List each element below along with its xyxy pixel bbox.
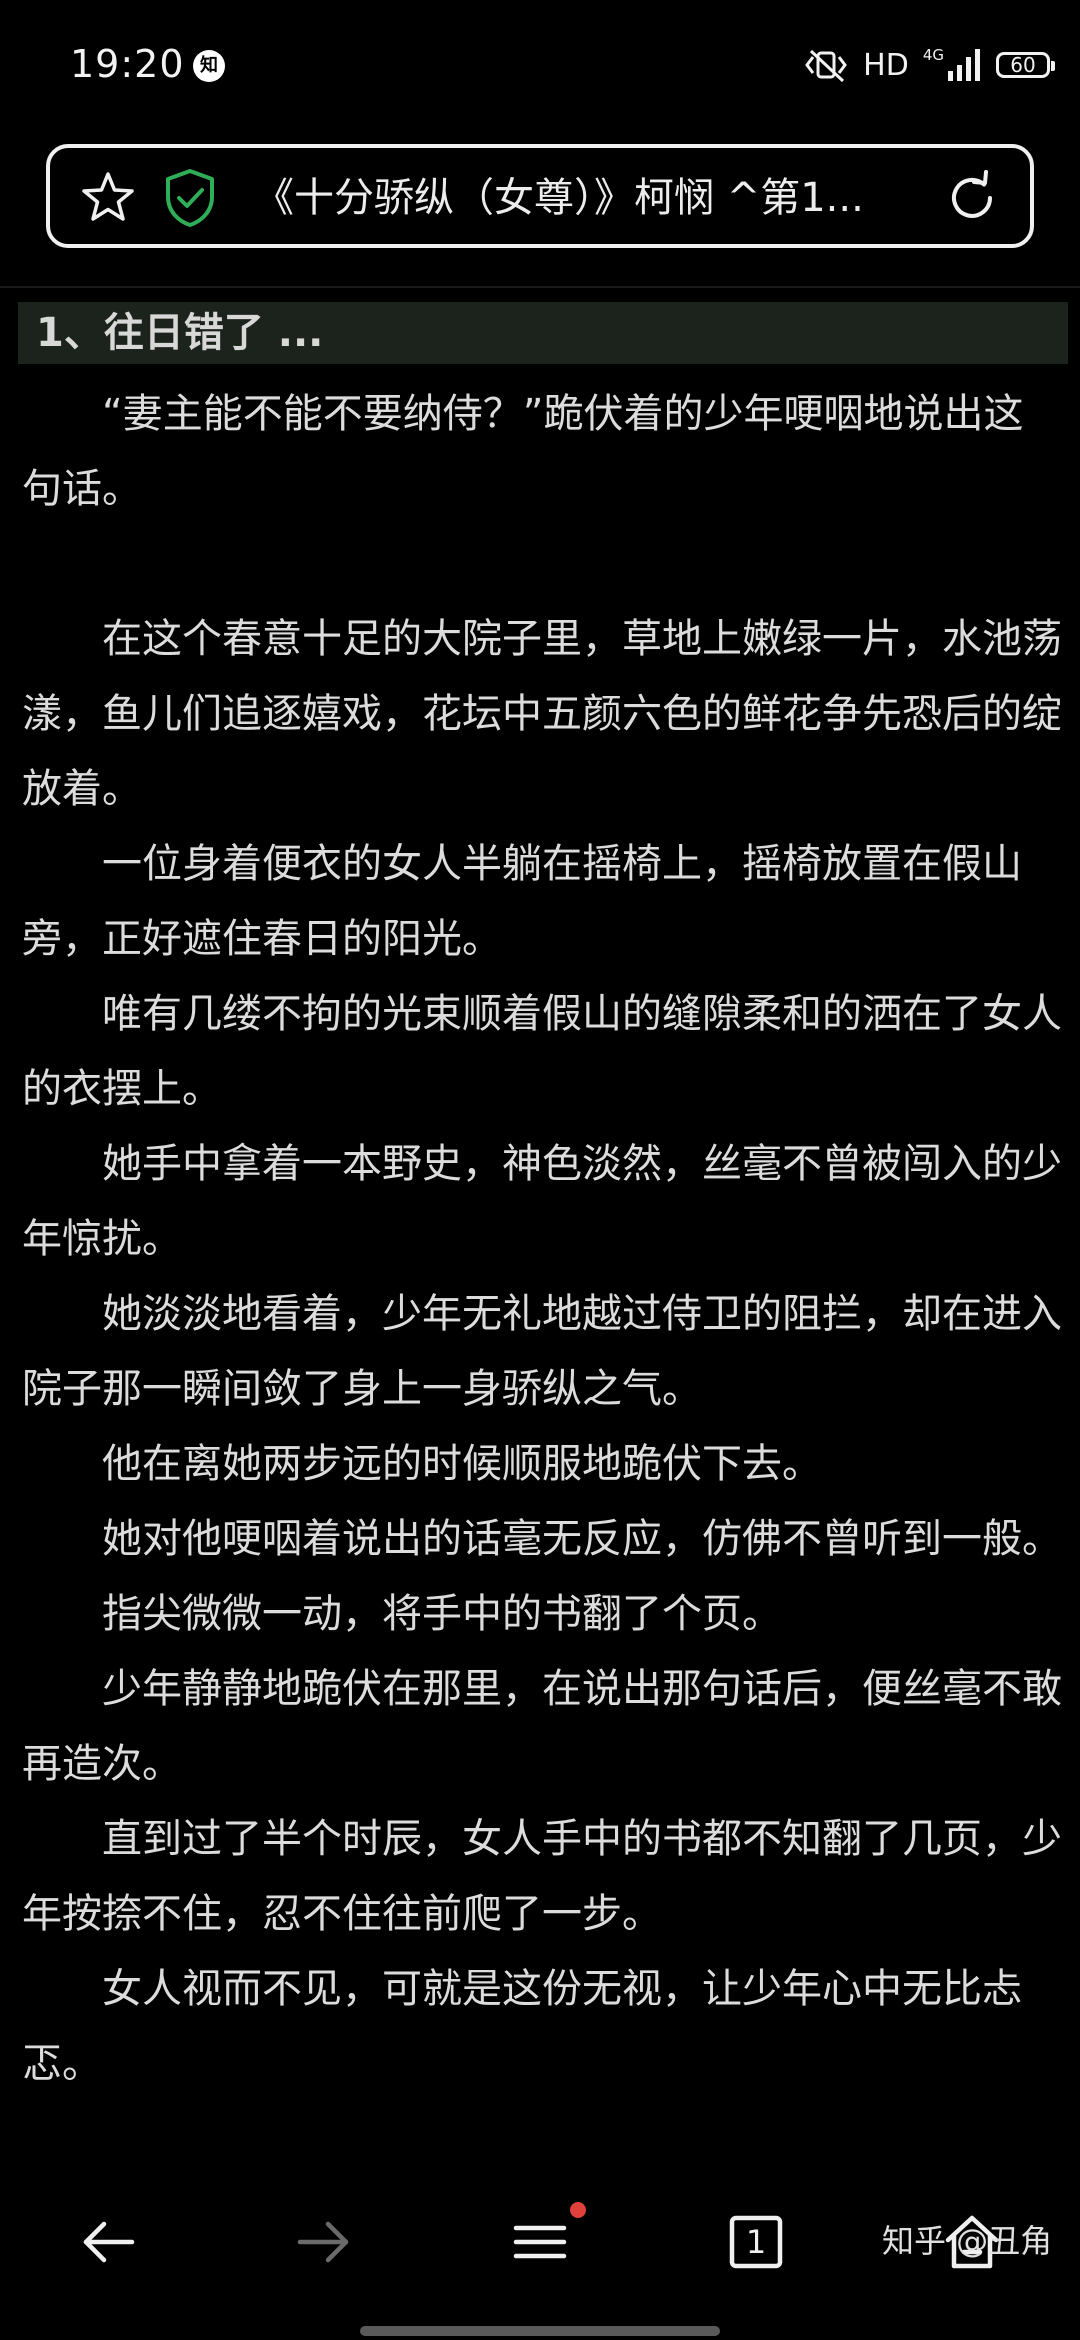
signal-icon bbox=[948, 49, 980, 81]
page-title[interactable]: 《十分骄纵（女尊）》柯悯 ^第1... bbox=[254, 170, 924, 226]
shield-check-icon bbox=[166, 169, 214, 227]
status-bar: 19:20 知 HD 4G 60 bbox=[0, 0, 1080, 130]
paragraph: 在这个春意十足的大院子里，草地上嫩绿一片，水池荡漾，鱼儿们追逐嬉戏，花坛中五颜六… bbox=[22, 616, 1062, 812]
paragraph: 唯有几缕不拘的光束顺着假山的缝隙柔和的洒在了女人的衣摆上。 bbox=[22, 991, 1062, 1112]
paragraph: 她淡淡地看着，少年无礼地越过侍卫的阻拦，却在进入院子那一瞬间敛了身上一身骄纵之气… bbox=[22, 1291, 1062, 1412]
network-type-label: 4G bbox=[922, 46, 944, 64]
paragraph: 女人视而不见，可就是这份无视，让少年心中无比忐忑。 bbox=[22, 1966, 1022, 2087]
star-icon[interactable] bbox=[80, 170, 136, 226]
notification-dot bbox=[570, 2202, 586, 2218]
menu-icon[interactable] bbox=[510, 2212, 570, 2272]
battery-icon: 60 bbox=[996, 52, 1055, 78]
address-bar[interactable]: 《十分骄纵（女尊）》柯悯 ^第1... bbox=[46, 144, 1034, 248]
status-time: 19:20 bbox=[70, 42, 185, 86]
tab-count: 1 bbox=[745, 2223, 767, 2261]
reload-icon[interactable] bbox=[944, 170, 1000, 226]
home-indicator[interactable] bbox=[360, 2326, 720, 2336]
divider bbox=[0, 286, 1080, 288]
paragraph: “妻主能不能不要纳侍？”跪伏着的少年哽咽地说出这句话。 bbox=[22, 391, 1024, 512]
mute-vibrate-icon bbox=[805, 49, 848, 83]
chapter-header: 1、往日错了 ... bbox=[18, 302, 1068, 364]
paragraph: 少年静静地跪伏在那里，在说出那句话后，便丝毫不敢再造次。 bbox=[22, 1666, 1062, 1787]
paragraph: 她手中拿着一本野史，神色淡然，丝毫不曾被闯入的少年惊扰。 bbox=[22, 1141, 1062, 1262]
status-indicators: HD 4G 60 bbox=[803, 45, 1055, 85]
chapter-title: 1、往日错了 ... bbox=[36, 310, 324, 356]
zhihu-notification-icon: 知 bbox=[193, 50, 225, 82]
arrow-left-icon[interactable] bbox=[78, 2212, 138, 2272]
arrow-right-icon[interactable] bbox=[294, 2212, 354, 2272]
paragraph: 直到过了半个时辰，女人手中的书都不知翻了几页，少年按捺不住，忍不住往前爬了一步。 bbox=[22, 1816, 1062, 1937]
article-body: “妻主能不能不要纳侍？”跪伏着的少年哽咽地说出这句话。 在这个春意十足的大院子里… bbox=[22, 377, 1062, 2102]
hd-label: HD bbox=[863, 47, 909, 83]
paragraph: 一位身着便衣的女人半躺在摇椅上，摇椅放置在假山旁，正好遮住春日的阳光。 bbox=[22, 841, 1022, 962]
tabs-button[interactable]: 1 bbox=[726, 2212, 786, 2272]
watermark: 知乎 @丑角 bbox=[882, 2222, 1053, 2260]
paragraph: 他在离她两步远的时候顺服地跪伏下去。 bbox=[102, 1441, 822, 1487]
battery-level: 60 bbox=[1010, 53, 1036, 77]
paragraph: 她对他哽咽着说出的话毫无反应，仿佛不曾听到一般。 bbox=[102, 1516, 1062, 1562]
paragraph: 指尖微微一动，将手中的书翻了个页。 bbox=[102, 1591, 782, 1637]
